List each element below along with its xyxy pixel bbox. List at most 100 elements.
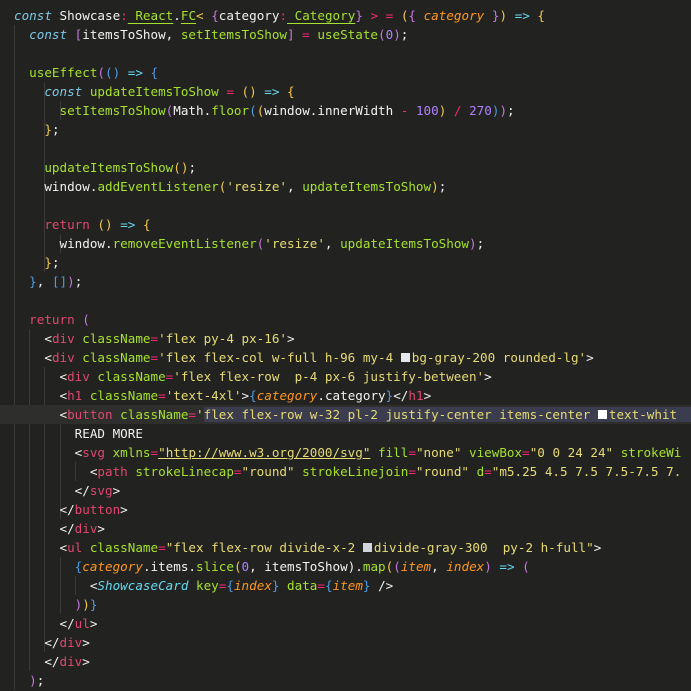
token: : [120,8,128,23]
code-line-25[interactable]: <path strokeLinecap="round" strokeLinejo… [0,462,691,481]
code-line-33[interactable]: </ul> [0,614,691,633]
code-line-23[interactable]: READ MORE [0,424,691,443]
code-line-10[interactable]: window.addEventListener('resize', update… [0,177,691,196]
code-line-8[interactable] [0,139,691,158]
color-swatch-gray-200[interactable] [400,353,410,362]
token: > [82,654,90,669]
token: </ [44,654,60,669]
code-line-18[interactable]: <div className='flex py-4 px-16'> [0,329,691,348]
token: .items. [142,559,197,574]
token: map [362,559,386,574]
code-editor[interactable]: const Showcase: React.FC< {category: Cat… [0,6,691,690]
token: { [135,217,151,232]
token: category [256,388,318,403]
token: useEffect [29,65,98,80]
code-line-4[interactable]: useEffect(() => { [0,63,691,82]
token: = [317,578,325,593]
code-line-16[interactable] [0,291,691,310]
code-line-34[interactable]: </div> [0,633,691,652]
token: ( [249,103,257,118]
code-line-1[interactable]: const Showcase: React.FC< {category: Cat… [0,6,691,25]
code-line-9[interactable]: updateItemsToShow(); [0,158,691,177]
token: [ [67,27,83,42]
token: slice [196,559,234,574]
token: ( [74,312,90,327]
code-line-30[interactable]: {category.items.slice(0, itemsToShow).ma… [0,557,691,576]
token: h1 [408,388,424,403]
code-line-14[interactable]: }; [0,253,691,272]
color-swatch-white[interactable] [597,410,607,419]
code-line-5[interactable]: const updateItemsToShow = () => { [0,82,691,101]
token: { [279,84,295,99]
token: < [44,350,52,365]
code-line-3[interactable] [0,44,691,63]
token: { [226,578,234,593]
code-line-6[interactable]: setItemsToShow(Math.floor((window.innerW… [0,101,691,120]
token: < [44,331,52,346]
code-line-32[interactable]: ))} [0,595,691,614]
token: > [287,331,295,346]
code-line-24[interactable]: <svg xmlns="http://www.w3.org/2000/svg" … [0,443,691,462]
token: = [218,84,234,99]
code-line-29[interactable]: <ul className="flex flex-row divide-x-2 … [0,538,691,557]
token: = [522,445,530,460]
token: . [355,559,363,574]
token: div [51,350,75,365]
code-line-27[interactable]: </button> [0,500,691,519]
code-line-26[interactable]: </svg> [0,481,691,500]
token: / [446,103,462,118]
code-line-21[interactable]: <h1 className='text-4xl'>{category.categ… [0,386,691,405]
code-line-17[interactable]: return ( [0,310,691,329]
code-line-19[interactable]: <div className='flex flex-col w-full h-9… [0,348,691,367]
code-line-2[interactable]: const [itemsToShow, setItemsToShow] = us… [0,25,691,44]
code-line-31[interactable]: <ShowcaseCard key={index} data={item} /> [0,576,691,595]
token: </ [59,502,75,517]
code-line-15[interactable]: }, []); [0,272,691,291]
token: { [529,8,545,23]
token: div [51,331,75,346]
token: className [74,350,151,365]
token: "round" [241,464,295,479]
token: = [233,464,242,479]
code-line-12[interactable]: return () => { [0,215,691,234]
token: updateItemsToShow [44,160,174,175]
code-line-13[interactable]: window.removeEventListener('resize', upd… [0,234,691,253]
token: = [150,445,159,460]
code-line-36[interactable]: ); [0,671,691,690]
token: ( [97,65,106,80]
code-line-20[interactable]: <div className='flex flex-row p-4 px-6 j… [0,367,691,386]
token: ( [393,8,409,23]
token: floor [211,103,250,118]
token: updateItemsToShow [82,84,219,99]
token: innerWidth [317,103,394,118]
color-swatch-gray-300[interactable] [362,543,372,552]
token: READ MORE [74,426,143,441]
token: ; [438,179,447,194]
code-line-35[interactable]: </div> [0,652,691,671]
token: setItemsToShow [180,27,287,42]
token: ) [499,103,508,118]
token: div [59,635,83,650]
token: } [484,8,500,23]
token: viewBox [461,445,523,460]
code-line-22-current[interactable]: <button className='flex flex-row w-32 pl… [0,405,691,424]
token: svg [89,483,113,498]
code-line-7[interactable]: }; [0,120,691,139]
link-token[interactable]: "http://www.w3.org/2000/svg" [158,445,370,460]
code-line-11[interactable] [0,196,691,215]
token: ; [400,27,409,42]
token: - [393,103,409,118]
token: strokeWi [613,445,682,460]
token: > [89,616,98,631]
token: category [416,8,485,23]
text-selection[interactable]: flex flex-row w-32 pl-2 justify-center i… [203,407,691,422]
token: ) [67,274,75,289]
token: ( [378,27,386,42]
token: ul [67,540,83,555]
token: strokeLinecap [127,464,234,479]
token: </ [74,483,90,498]
token: addEventListener [97,179,219,194]
token: Showcase [51,8,121,23]
token: => [507,8,530,23]
code-line-28[interactable]: </div> [0,519,691,538]
